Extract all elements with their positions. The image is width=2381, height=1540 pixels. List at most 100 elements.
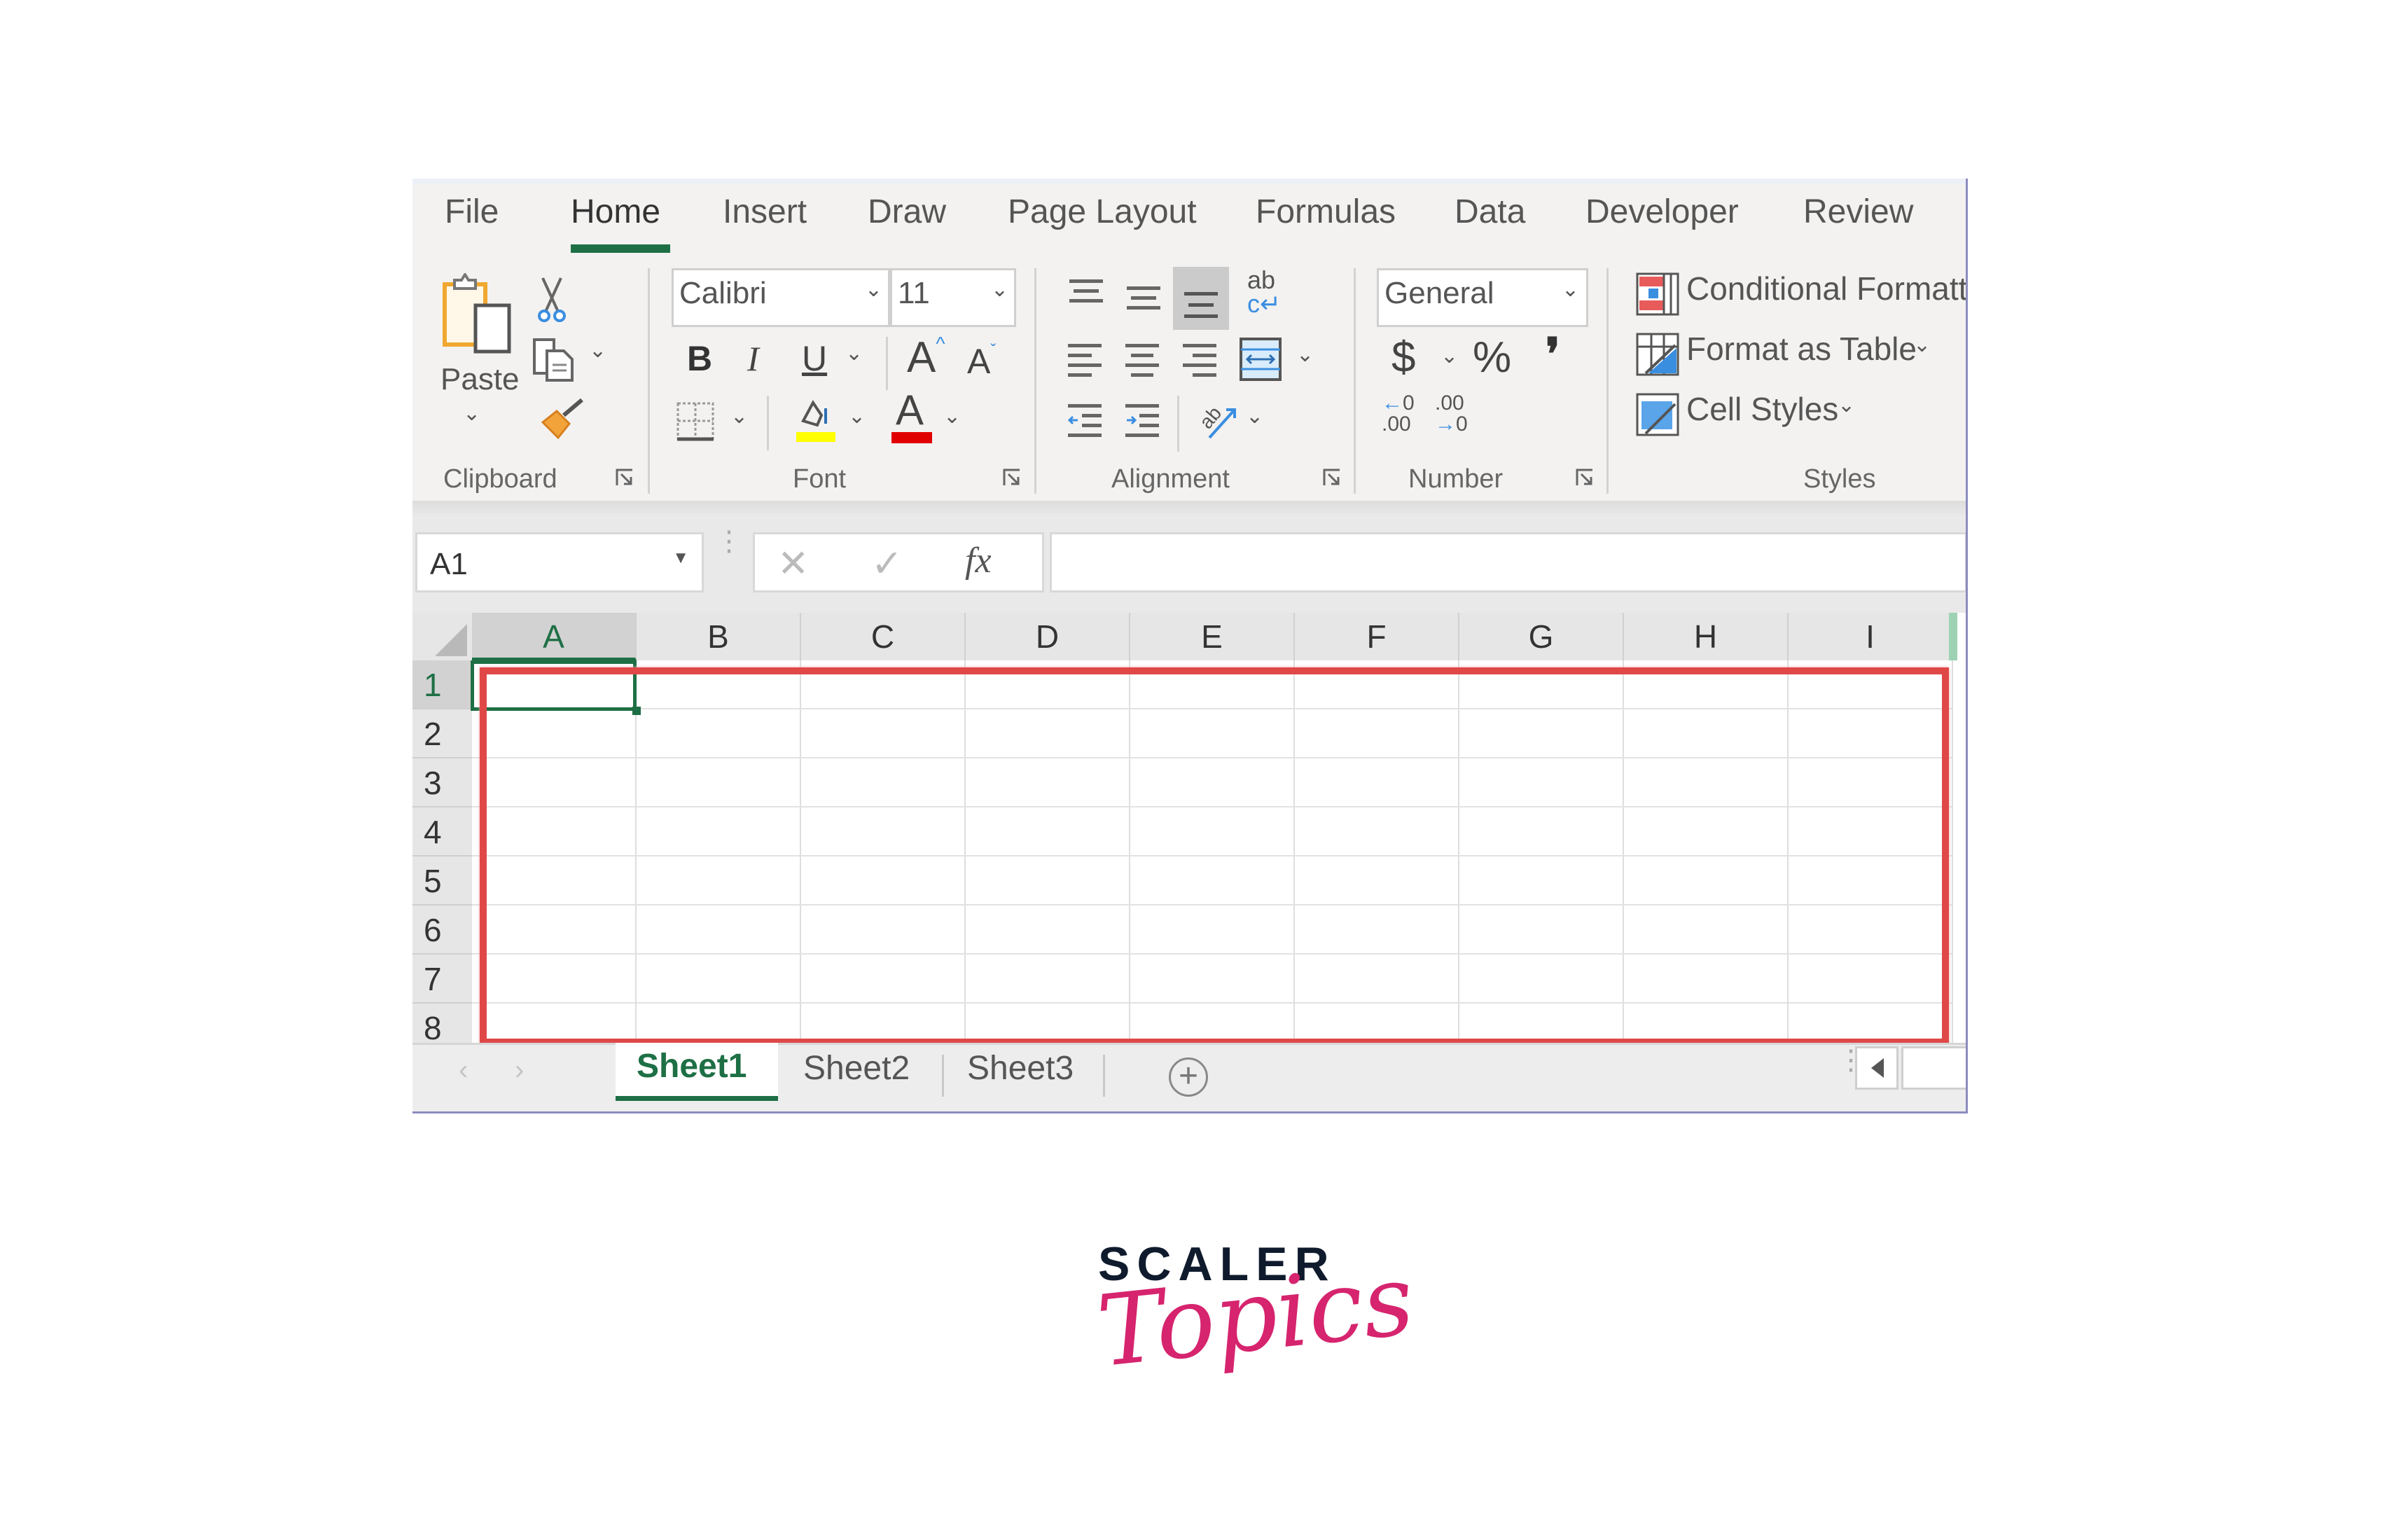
orientation-dropdown-chevron-icon[interactable]: ⌄ (1246, 404, 1263, 429)
paste-dropdown-chevron-icon[interactable]: ⌄ (463, 401, 480, 426)
percent-button[interactable]: % (1473, 333, 1511, 382)
font-name-select[interactable]: Calibri ⌄ (672, 268, 890, 327)
row-header-4[interactable]: 4 (412, 807, 472, 856)
copy-icon[interactable] (532, 337, 576, 383)
borders-dropdown-chevron-icon[interactable]: ⌄ (730, 404, 748, 429)
format-as-table-icon (1636, 333, 1679, 376)
tab-developer[interactable]: Developer (1585, 193, 1739, 231)
group-separator (1034, 268, 1036, 494)
bottom-align-icon (1184, 292, 1218, 318)
column-header-e[interactable]: E (1130, 613, 1295, 660)
row-header-6[interactable]: 6 (412, 906, 472, 955)
number-dialog-launcher-icon[interactable] (1576, 469, 1594, 487)
tab-file[interactable]: File (445, 193, 499, 231)
svg-text:ab: ab (1195, 402, 1226, 433)
column-header-b[interactable]: B (637, 613, 801, 660)
name-box[interactable]: A1 ▼ (415, 532, 704, 592)
wrap-text-button[interactable]: ab c↵ (1247, 268, 1281, 317)
format-as-table-label: Format as Table (1686, 331, 1917, 367)
align-left-icon[interactable] (1067, 341, 1106, 380)
underline-dropdown-chevron-icon[interactable]: ⌄ (845, 341, 863, 366)
font-size-select[interactable]: 11 ⌄ (890, 268, 1016, 327)
tab-review[interactable]: Review (1803, 193, 1913, 231)
comma-style-button[interactable]: ❜ (1546, 328, 1560, 381)
column-header-c[interactable]: C (801, 613, 966, 660)
insert-function-icon[interactable]: fx (965, 540, 992, 581)
align-center-icon[interactable] (1124, 341, 1163, 380)
clipboard-dialog-launcher-icon[interactable] (616, 469, 634, 487)
font-name-value: Calibri (679, 276, 767, 310)
formula-bar-grip-icon[interactable]: ⋮ (715, 527, 743, 555)
paste-icon[interactable] (440, 273, 518, 357)
column-header-g[interactable]: G (1459, 613, 1624, 660)
tab-home[interactable]: Home (571, 193, 660, 231)
row-header-7[interactable]: 7 (412, 955, 472, 1004)
excel-window: File Home Insert Draw Page Layout Formul… (412, 179, 1968, 1114)
underline-button[interactable]: U (802, 338, 827, 379)
middle-align-icon[interactable] (1124, 284, 1163, 317)
tab-data[interactable]: Data (1455, 193, 1525, 231)
column-header-h[interactable]: H (1624, 613, 1789, 660)
row-header-3[interactable]: 3 (412, 758, 472, 807)
bottom-align-button-active[interactable] (1173, 267, 1229, 330)
font-color-dropdown-chevron-icon[interactable]: ⌄ (943, 404, 961, 429)
column-header-a[interactable]: A (472, 613, 637, 660)
row-header-5[interactable]: 5 (412, 856, 472, 906)
merge-center-icon[interactable] (1239, 337, 1282, 382)
copy-dropdown-chevron-icon[interactable]: ⌄ (589, 338, 606, 363)
worksheet-grid[interactable]: ABCDEFGHI 12345678 (412, 613, 1966, 1053)
alignment-dialog-launcher-icon[interactable] (1323, 469, 1341, 487)
increase-font-size-button[interactable]: A^ (907, 333, 945, 382)
fill-color-icon[interactable] (793, 396, 838, 445)
number-format-select[interactable]: General ⌄ (1377, 268, 1588, 327)
select-all-button[interactable] (412, 613, 472, 660)
cancel-icon[interactable]: ✕ (777, 541, 809, 585)
paste-label[interactable]: Paste (440, 362, 520, 397)
format-painter-icon[interactable] (539, 397, 588, 441)
formula-input[interactable] (1050, 532, 1966, 592)
decrease-decimal-button[interactable]: .00 →0 (1435, 393, 1468, 435)
sheet-tab-sheet2[interactable]: Sheet2 (803, 1049, 910, 1088)
decrease-font-size-button[interactable]: Aˇ (967, 341, 996, 382)
tab-insert[interactable]: Insert (723, 193, 807, 231)
horizontal-scrollbar[interactable] (1901, 1046, 1966, 1090)
decrease-indent-icon[interactable] (1067, 401, 1106, 441)
horizontal-scroll-left-button[interactable] (1855, 1046, 1898, 1090)
column-header-d[interactable]: D (966, 613, 1130, 660)
styles-group-label: Styles (1803, 464, 1876, 494)
cut-icon[interactable] (536, 275, 568, 324)
number-format-value: General (1384, 276, 1494, 310)
tab-formulas[interactable]: Formulas (1256, 193, 1396, 231)
font-color-button[interactable]: A (896, 386, 924, 434)
currency-dropdown-chevron-icon[interactable]: ⌄ (1441, 344, 1458, 368)
name-box-dropdown-icon[interactable]: ▼ (672, 548, 689, 568)
font-dialog-launcher-icon[interactable] (1003, 469, 1021, 487)
chevron-down-icon: ⌄ (1561, 278, 1579, 301)
tab-draw[interactable]: Draw (868, 193, 946, 231)
italic-button[interactable]: I (747, 338, 759, 379)
increase-indent-icon[interactable] (1124, 401, 1163, 441)
fill-color-dropdown-chevron-icon[interactable]: ⌄ (848, 404, 866, 429)
orientation-icon[interactable]: ab (1195, 397, 1242, 442)
row-header-1[interactable]: 1 (412, 660, 472, 709)
currency-button[interactable]: $ (1391, 333, 1415, 382)
tab-page-layout[interactable]: Page Layout (1008, 193, 1197, 231)
sheet-tab-sheet1[interactable]: Sheet1 (616, 1043, 778, 1101)
merge-dropdown-chevron-icon[interactable]: ⌄ (1296, 342, 1314, 367)
column-header-f[interactable]: F (1295, 613, 1459, 660)
scroll-tabs-right-icon[interactable]: › (515, 1055, 524, 1086)
row-header-2[interactable]: 2 (412, 709, 472, 758)
scroll-tabs-left-icon[interactable]: ‹ (459, 1055, 468, 1086)
cell-styles-icon (1636, 393, 1679, 436)
add-sheet-button[interactable]: + (1169, 1057, 1208, 1097)
top-align-icon[interactable] (1067, 277, 1106, 310)
align-right-icon[interactable] (1181, 341, 1221, 380)
column-header-i[interactable]: I (1789, 613, 1953, 660)
enter-icon[interactable]: ✓ (871, 541, 903, 585)
increase-decimal-button[interactable]: ←0.00 (1382, 393, 1415, 435)
sheet-tab-label: Sheet1 (637, 1048, 747, 1085)
sheet-tab-sheet3[interactable]: Sheet3 (967, 1049, 1074, 1088)
font-group-label: Font (793, 464, 847, 494)
borders-icon[interactable] (676, 401, 715, 442)
bold-button[interactable]: B (687, 338, 712, 379)
